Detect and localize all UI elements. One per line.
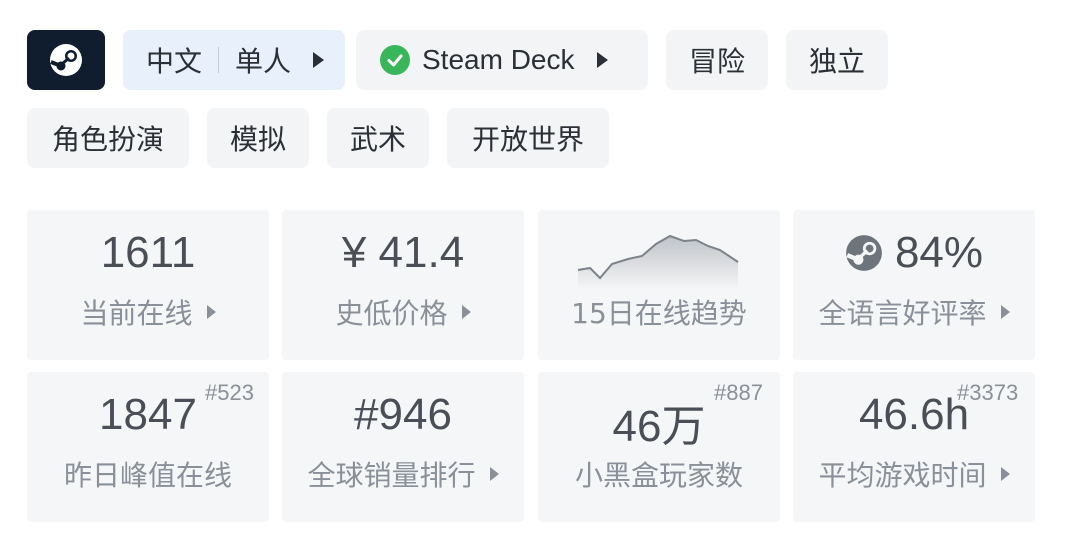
steam-deck-label: Steam Deck [422, 44, 575, 75]
avg-time-label-row: 平均游戏时间 [793, 454, 1035, 494]
global-rank-card[interactable]: #946 全球销量排行 [282, 372, 524, 522]
current-online-card[interactable]: 1611 当前在线 [27, 210, 269, 360]
steam-logo-icon [50, 44, 82, 76]
review-label-row: 全语言好评率 [793, 292, 1035, 332]
lowest-price-label: 史低价格 [335, 297, 448, 330]
players-card[interactable]: 46万 #887 小黑盒玩家数 [538, 372, 780, 522]
check-icon [380, 45, 410, 75]
language-label: 中文 [146, 45, 203, 78]
trend-label: 15日在线趋势 [571, 297, 747, 330]
chevron-right-icon [489, 467, 499, 481]
tag-martial-arts[interactable]: 武术 [327, 108, 429, 168]
tag-rpg[interactable]: 角色扮演 [27, 108, 189, 168]
chevron-right-icon [1000, 305, 1010, 319]
steam-tag[interactable] [27, 30, 105, 90]
players-rank: #887 [714, 380, 763, 405]
current-online-label: 当前在线 [80, 297, 193, 330]
language-mode-tag[interactable]: 中文 单人 [123, 30, 345, 90]
steam-icon [846, 235, 882, 271]
tag-adventure[interactable]: 冒险 [666, 30, 768, 90]
players-label: 小黑盒玩家数 [574, 459, 743, 492]
avg-time-label: 平均游戏时间 [818, 459, 987, 492]
trend-card[interactable]: 15日在线趋势 [538, 210, 780, 360]
avg-time-rank: #3373 [957, 380, 1019, 405]
review-value: 84% [894, 228, 984, 277]
chevron-right-icon [206, 305, 216, 319]
current-online-label-row: 当前在线 [27, 292, 269, 332]
separator [218, 47, 220, 73]
lowest-price-value: ¥ 41.4 [341, 228, 465, 277]
global-rank-label-row: 全球销量排行 [282, 454, 524, 494]
yesterday-peak-label: 昨日峰值在线 [63, 459, 232, 492]
lowest-price-card[interactable]: ¥ 41.4 史低价格 [282, 210, 524, 360]
mode-label: 单人 [235, 45, 292, 78]
chevron-right-icon [596, 52, 608, 68]
global-rank-label: 全球销量排行 [307, 459, 476, 492]
review-value-row: 84% [793, 228, 1035, 278]
yesterday-peak-rank: #523 [205, 380, 254, 405]
trend-sparkline [577, 234, 739, 290]
yesterday-peak-card[interactable]: 1847 #523 昨日峰值在线 [27, 372, 269, 522]
tag-open-world[interactable]: 开放世界 [447, 108, 609, 168]
global-rank-value: #946 [354, 390, 452, 439]
review-card[interactable]: 84% 全语言好评率 [793, 210, 1035, 360]
chevron-right-icon [313, 52, 325, 68]
steam-deck-tag[interactable]: Steam Deck [356, 30, 648, 90]
tag-simulation[interactable]: 模拟 [207, 108, 309, 168]
current-online-value: 1611 [100, 228, 196, 277]
tag-indie[interactable]: 独立 [786, 30, 888, 90]
avg-time-card[interactable]: 46.6h #3373 平均游戏时间 [793, 372, 1035, 522]
chevron-right-icon [1000, 467, 1010, 481]
lowest-price-label-row: 史低价格 [282, 292, 524, 332]
review-label: 全语言好评率 [818, 297, 987, 330]
chevron-right-icon [461, 305, 471, 319]
